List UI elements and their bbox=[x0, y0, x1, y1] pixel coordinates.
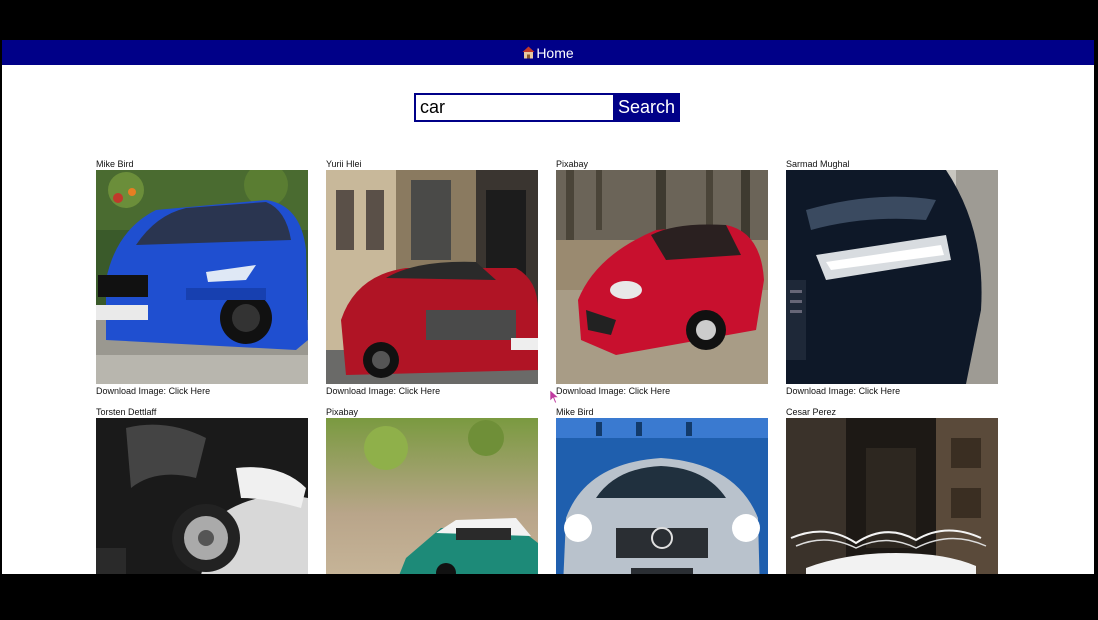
author-name: Yurii Hlei bbox=[326, 159, 362, 169]
download-row: Download Image: Click Here bbox=[326, 385, 538, 397]
car-photo[interactable] bbox=[786, 170, 998, 384]
download-row: Download Image: Click Here bbox=[96, 385, 308, 397]
download-row: Download Image: Click Here bbox=[556, 385, 768, 397]
image-card: Sarmad Mughal Download Image: Click Here bbox=[786, 158, 998, 397]
house-icon bbox=[522, 46, 535, 59]
image-card: Yurii Hlei Download Image: Click Here bbox=[326, 158, 538, 397]
image-card: Pixabay bbox=[556, 158, 768, 397]
letterbox-bottom bbox=[0, 574, 1098, 620]
car-photo[interactable] bbox=[96, 170, 308, 384]
search-button[interactable]: Search bbox=[613, 93, 680, 122]
download-row: Download Image: Click Here bbox=[786, 385, 998, 397]
download-link[interactable]: Click Here bbox=[399, 386, 441, 396]
download-link[interactable]: Click Here bbox=[169, 386, 211, 396]
image-grid: Mike Bird Download Image: Click Here Yur… bbox=[96, 158, 998, 620]
author-name: Sarmad Mughal bbox=[786, 159, 850, 169]
download-label: Download Image: bbox=[96, 386, 167, 396]
author-name: Mike Bird bbox=[96, 159, 134, 169]
letterbox-top bbox=[0, 0, 1098, 40]
frame-edge-left bbox=[0, 0, 2, 620]
search-input[interactable] bbox=[414, 93, 613, 122]
mouse-cursor-icon bbox=[549, 389, 560, 404]
author-name: Torsten Dettlaff bbox=[96, 407, 157, 417]
download-label: Download Image: bbox=[786, 386, 857, 396]
app-frame: Home Search Mike Bird bbox=[0, 0, 1098, 620]
car-photo[interactable] bbox=[326, 170, 538, 384]
download-label: Download Image: bbox=[326, 386, 397, 396]
author-name: Pixabay bbox=[556, 159, 589, 169]
search-form: Search bbox=[414, 93, 680, 122]
author-name: Mike Bird bbox=[556, 407, 594, 417]
download-label: Download Image: bbox=[556, 386, 627, 396]
car-photo[interactable] bbox=[556, 170, 768, 384]
navbar: Home bbox=[2, 40, 1094, 65]
author-name: Pixabay bbox=[326, 407, 359, 417]
home-link[interactable]: Home bbox=[522, 44, 574, 61]
download-link[interactable]: Click Here bbox=[859, 386, 901, 396]
author-name: Cesar Perez bbox=[786, 407, 837, 417]
home-label: Home bbox=[536, 44, 574, 61]
frame-edge-right bbox=[1094, 0, 1098, 620]
download-link[interactable]: Click Here bbox=[629, 386, 671, 396]
image-card: Mike Bird bbox=[96, 158, 308, 397]
